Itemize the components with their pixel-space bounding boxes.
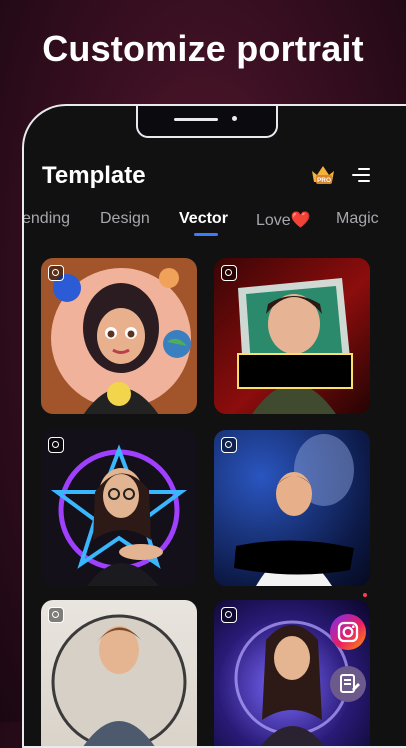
tab-underline (194, 233, 218, 236)
camera-badge-icon (221, 607, 237, 623)
vector-card-boy-circle[interactable] (41, 600, 197, 746)
tab-trending[interactable]: ending (24, 210, 70, 228)
portrait-art (237, 278, 353, 414)
vector-card-boy-frame[interactable] (214, 258, 370, 414)
phone-frame: Template PRO ending Design Vector Love❤️… (22, 104, 406, 748)
menu-icon[interactable] (352, 168, 370, 183)
camera-badge-icon (221, 265, 237, 281)
notification-dot (363, 593, 367, 597)
vector-card-girl-cartoon[interactable] (41, 258, 197, 414)
instagram-icon (337, 621, 359, 643)
note-button[interactable] (330, 666, 366, 702)
tab-design[interactable]: Design (100, 210, 150, 228)
vector-card-boy-blue[interactable] (214, 430, 370, 586)
phone-notch (136, 106, 278, 138)
camera-badge-icon (48, 607, 64, 623)
vector-card-neon-star[interactable] (41, 430, 197, 586)
portrait-art (51, 614, 187, 746)
camera-badge-icon (48, 437, 64, 453)
note-icon (340, 674, 360, 693)
instagram-button[interactable] (330, 614, 366, 650)
camera (232, 116, 237, 121)
portrait-art (234, 434, 354, 586)
tab-magic[interactable]: Magic (336, 210, 379, 228)
portrait-art (51, 268, 191, 414)
page-title: Template (42, 162, 146, 189)
crown-pro-icon[interactable]: PRO (310, 162, 336, 188)
svg-text:PRO: PRO (317, 177, 331, 184)
speaker (174, 118, 218, 121)
camera-badge-icon (48, 265, 64, 281)
portrait-art (50, 444, 188, 586)
tab-vector[interactable]: Vector (179, 210, 228, 228)
headline: Customize portrait (42, 28, 364, 69)
tab-love[interactable]: Love❤️ (256, 210, 311, 230)
camera-badge-icon (221, 437, 237, 453)
